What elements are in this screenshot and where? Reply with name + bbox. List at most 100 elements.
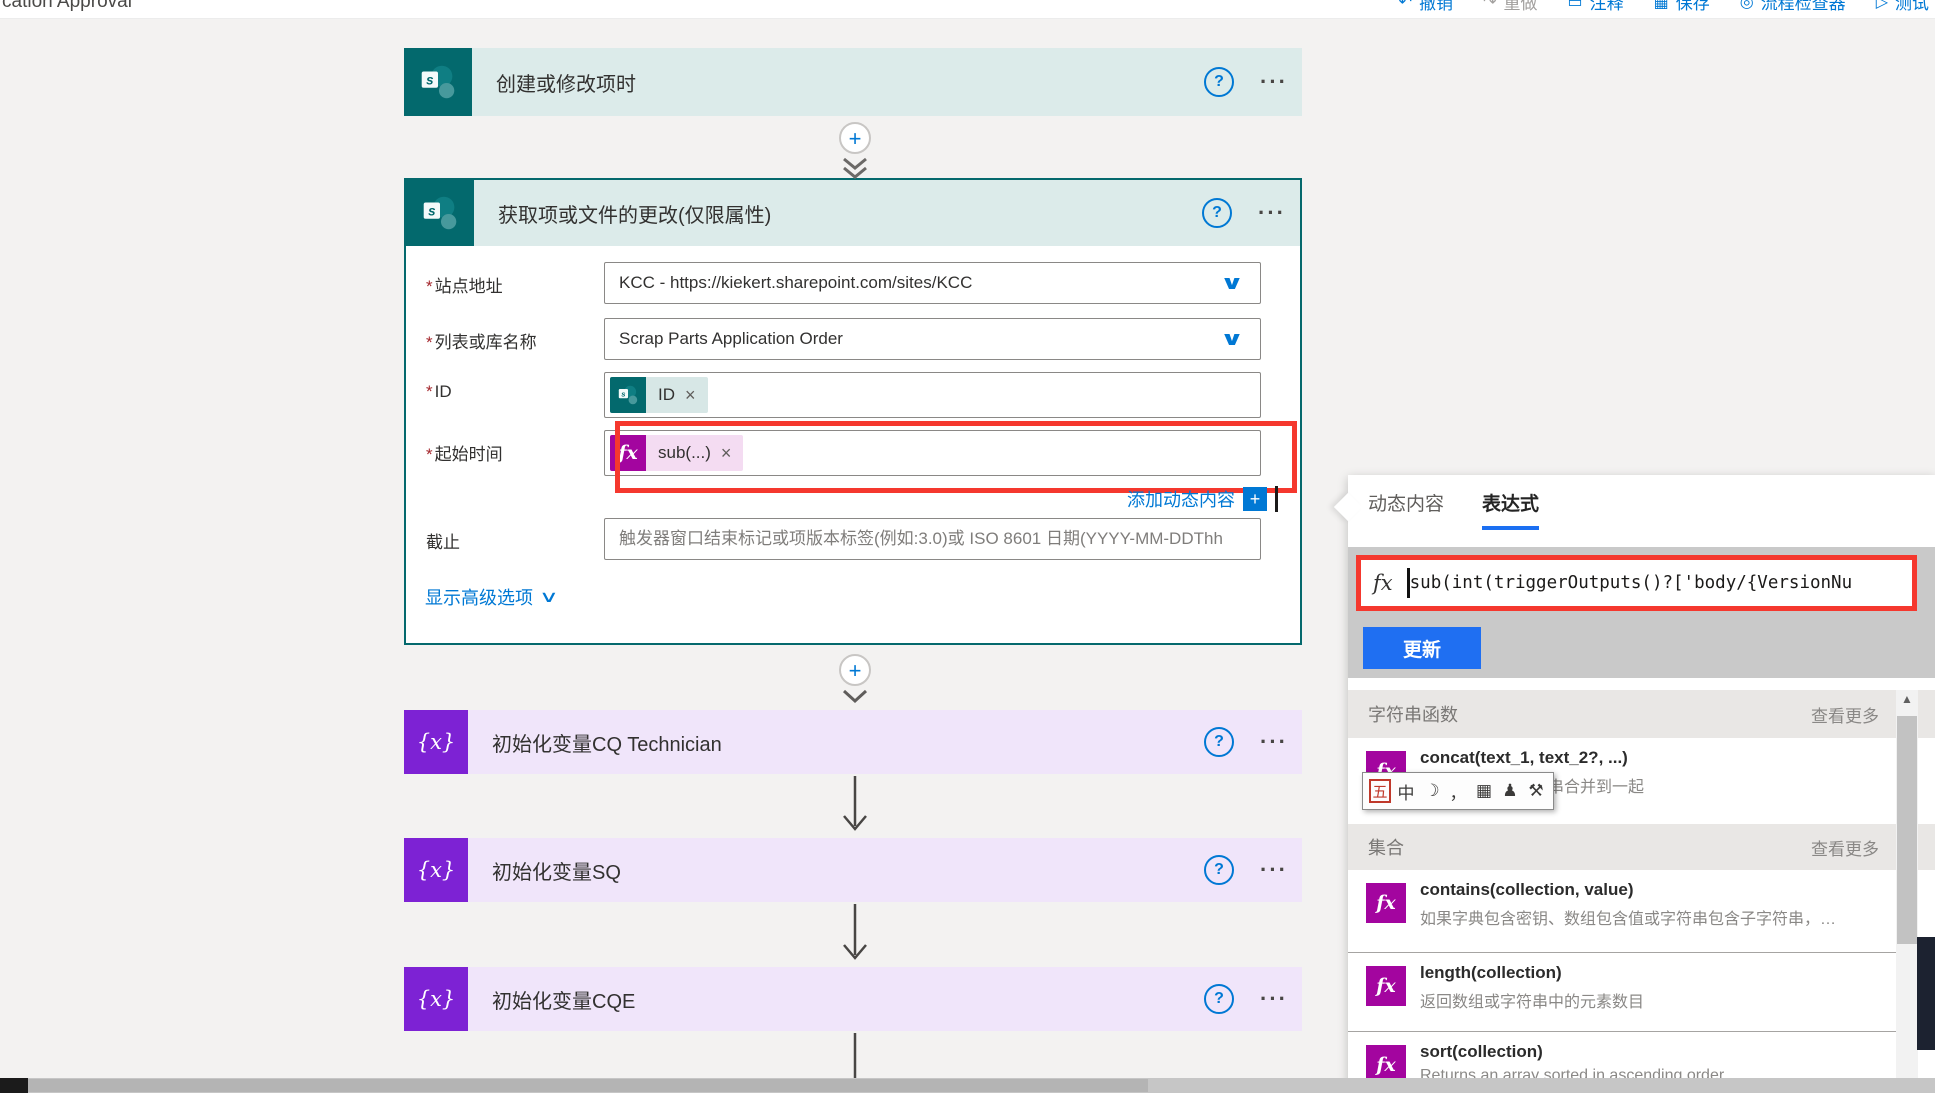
see-more-link[interactable]: 查看更多 bbox=[1811, 702, 1879, 727]
sharepoint-icon: s bbox=[406, 180, 474, 246]
show-advanced-options-link[interactable]: 显示高级选项 bbox=[425, 584, 555, 610]
plus-icon[interactable] bbox=[1243, 487, 1267, 511]
until-field[interactable] bbox=[604, 518, 1261, 560]
comments-label: 注释 bbox=[1590, 0, 1624, 14]
chinese-mode-icon[interactable]: 中 bbox=[1395, 778, 1417, 804]
svg-text:s: s bbox=[426, 72, 433, 87]
section-title: 字符串函数 bbox=[1368, 701, 1458, 727]
punctuation-icon[interactable]: ， bbox=[1447, 778, 1469, 804]
action-card-init-cqe[interactable]: 初始化变量CQE bbox=[404, 967, 1302, 1031]
function-row-contains[interactable]: contains(collection, value) 如果字典包含密钥、数组包… bbox=[1348, 870, 1935, 953]
site-address-dropdown[interactable]: KCC - https://kiekert.sharepoint.com/sit… bbox=[604, 262, 1261, 304]
variable-icon bbox=[404, 710, 468, 774]
more-menu-icon[interactable] bbox=[1260, 857, 1288, 883]
test-button[interactable]: ▷ 测试 bbox=[1876, 0, 1929, 14]
fx-chip-label: sub(...) bbox=[658, 443, 711, 463]
id-field[interactable]: s ID bbox=[604, 372, 1261, 418]
update-button[interactable]: 更新 bbox=[1363, 627, 1481, 669]
save-button[interactable]: ▦ 保存 bbox=[1654, 0, 1710, 14]
close-icon[interactable] bbox=[721, 443, 732, 464]
see-more-link[interactable]: 查看更多 bbox=[1811, 835, 1879, 860]
horizontal-scrollbar[interactable] bbox=[0, 1078, 1935, 1093]
action-card-init-cq-technician[interactable]: 初始化变量CQ Technician bbox=[404, 710, 1302, 774]
start-time-field[interactable]: sub(...) bbox=[604, 430, 1261, 476]
more-menu-icon[interactable] bbox=[1258, 200, 1286, 226]
action-card-init-sq[interactable]: 初始化变量SQ bbox=[404, 838, 1302, 902]
fx-icon bbox=[610, 435, 646, 471]
list-name-dropdown[interactable]: Scrap Parts Application Order bbox=[604, 318, 1261, 360]
action-header[interactable]: s 获取项或文件的更改(仅限属性) bbox=[406, 180, 1300, 246]
panel-scrollbar[interactable] bbox=[1896, 690, 1918, 1093]
save-icon: ▦ bbox=[1654, 0, 1669, 12]
id-chip-label: ID bbox=[658, 385, 675, 405]
until-input[interactable] bbox=[605, 528, 1260, 550]
function-signature: concat(text_1, text_2?, ...) bbox=[1420, 748, 1628, 767]
field-row-id: ID s ID bbox=[406, 372, 1300, 418]
action-title: 获取项或文件的更改(仅限属性) bbox=[498, 199, 1202, 228]
add-dynamic-link[interactable]: 添加动态内容 bbox=[1127, 486, 1235, 512]
ime-logo-icon[interactable]: 五 bbox=[1369, 779, 1391, 803]
expression-text: sub(int(triggerOutputs()?['body/{Version… bbox=[1410, 573, 1912, 593]
function-row-concat[interactable]: concat(text_1, text_2?, ...) 将两个或多个字符串合并… bbox=[1348, 738, 1935, 824]
expression-input-box[interactable]: sub(int(triggerOutputs()?['body/{Version… bbox=[1356, 555, 1917, 611]
variable-icon bbox=[404, 967, 468, 1031]
chevron-down-icon bbox=[836, 156, 874, 182]
more-menu-icon[interactable] bbox=[1260, 986, 1288, 1012]
svg-text:s: s bbox=[621, 389, 625, 398]
help-icon[interactable] bbox=[1202, 198, 1232, 228]
trigger-card[interactable]: s 创建或修改项时 bbox=[404, 48, 1302, 116]
until-label: 截止 bbox=[406, 518, 604, 553]
fx-icon bbox=[1366, 966, 1406, 1006]
soft-keyboard-icon[interactable]: ▦ bbox=[1473, 778, 1495, 804]
scrollbar-thumb[interactable] bbox=[1897, 716, 1917, 944]
list-name-value: Scrap Parts Application Order bbox=[605, 329, 1229, 349]
list-name-label: 列表或库名称 bbox=[406, 318, 604, 353]
more-menu-icon[interactable] bbox=[1260, 729, 1288, 755]
expression-token-chip[interactable]: sub(...) bbox=[610, 435, 743, 471]
scrollbar-thumb[interactable] bbox=[28, 1079, 1148, 1092]
close-icon[interactable] bbox=[685, 385, 696, 406]
chevron-down-icon bbox=[539, 587, 559, 607]
tab-expression[interactable]: 表达式 bbox=[1482, 489, 1539, 530]
comments-button[interactable]: ▭ 注释 bbox=[1567, 0, 1623, 14]
undo-button[interactable]: ↶ 撤销 bbox=[1399, 0, 1453, 14]
function-list: 字符串函数 查看更多 concat(text_1, text_2?, ...) … bbox=[1348, 678, 1935, 1093]
toolbar: ↶ 撤销 ↷ 重做 ▭ 注释 ▦ 保存 ◎ 流程检查器 ▷ 测试 bbox=[1399, 0, 1929, 14]
flow-checker-button[interactable]: ◎ 流程检查器 bbox=[1740, 0, 1846, 14]
tab-dynamic-content[interactable]: 动态内容 bbox=[1368, 489, 1444, 530]
redo-label: 重做 bbox=[1503, 0, 1537, 14]
halfwidth-moon-icon[interactable]: ☽ bbox=[1421, 778, 1443, 804]
help-icon[interactable] bbox=[1204, 67, 1234, 97]
person-icon[interactable]: ♟ bbox=[1499, 778, 1521, 804]
function-row-length[interactable]: length(collection) 返回数组或字符串中的元素数目 bbox=[1348, 953, 1935, 1032]
function-signature: length(collection) bbox=[1420, 963, 1562, 982]
flow-checker-label: 流程检查器 bbox=[1761, 0, 1846, 14]
id-token-chip[interactable]: s ID bbox=[610, 377, 708, 413]
test-icon: ▷ bbox=[1876, 0, 1888, 12]
flow-checker-icon: ◎ bbox=[1740, 0, 1754, 12]
id-label: ID bbox=[406, 372, 604, 402]
action-card-get-changes[interactable]: s 获取项或文件的更改(仅限属性) 站点地址 KCC - https://kie… bbox=[404, 178, 1302, 645]
chevron-down-icon bbox=[1219, 328, 1269, 351]
help-icon[interactable] bbox=[1204, 855, 1234, 885]
insert-step-connector bbox=[836, 654, 874, 710]
function-description: 如果字典包含密钥、数组包含值或字符串包含子字符串，… bbox=[1420, 905, 1879, 929]
help-icon[interactable] bbox=[1204, 727, 1234, 757]
wrench-icon[interactable]: ⚒ bbox=[1525, 778, 1547, 804]
function-signature: contains(collection, value) bbox=[1420, 880, 1634, 899]
insert-step-button[interactable] bbox=[839, 122, 871, 154]
help-icon[interactable] bbox=[1204, 984, 1234, 1014]
window-scrollbar-thumb-dark[interactable] bbox=[1917, 937, 1935, 1050]
comment-icon: ▭ bbox=[1567, 0, 1582, 12]
chevron-down-icon bbox=[836, 688, 874, 710]
panel-callout-arrow bbox=[1334, 493, 1362, 521]
redo-button[interactable]: ↷ 重做 bbox=[1483, 0, 1537, 14]
insert-step-button[interactable] bbox=[839, 654, 871, 686]
flow-arrow bbox=[841, 776, 869, 836]
field-row-start: 起始时间 sub(...) bbox=[406, 430, 1300, 476]
more-menu-icon[interactable] bbox=[1260, 69, 1288, 95]
save-label: 保存 bbox=[1676, 0, 1710, 14]
redo-icon: ↷ bbox=[1483, 0, 1496, 12]
scroll-up-icon[interactable] bbox=[1896, 692, 1918, 706]
field-row-until: 截止 bbox=[406, 518, 1300, 560]
